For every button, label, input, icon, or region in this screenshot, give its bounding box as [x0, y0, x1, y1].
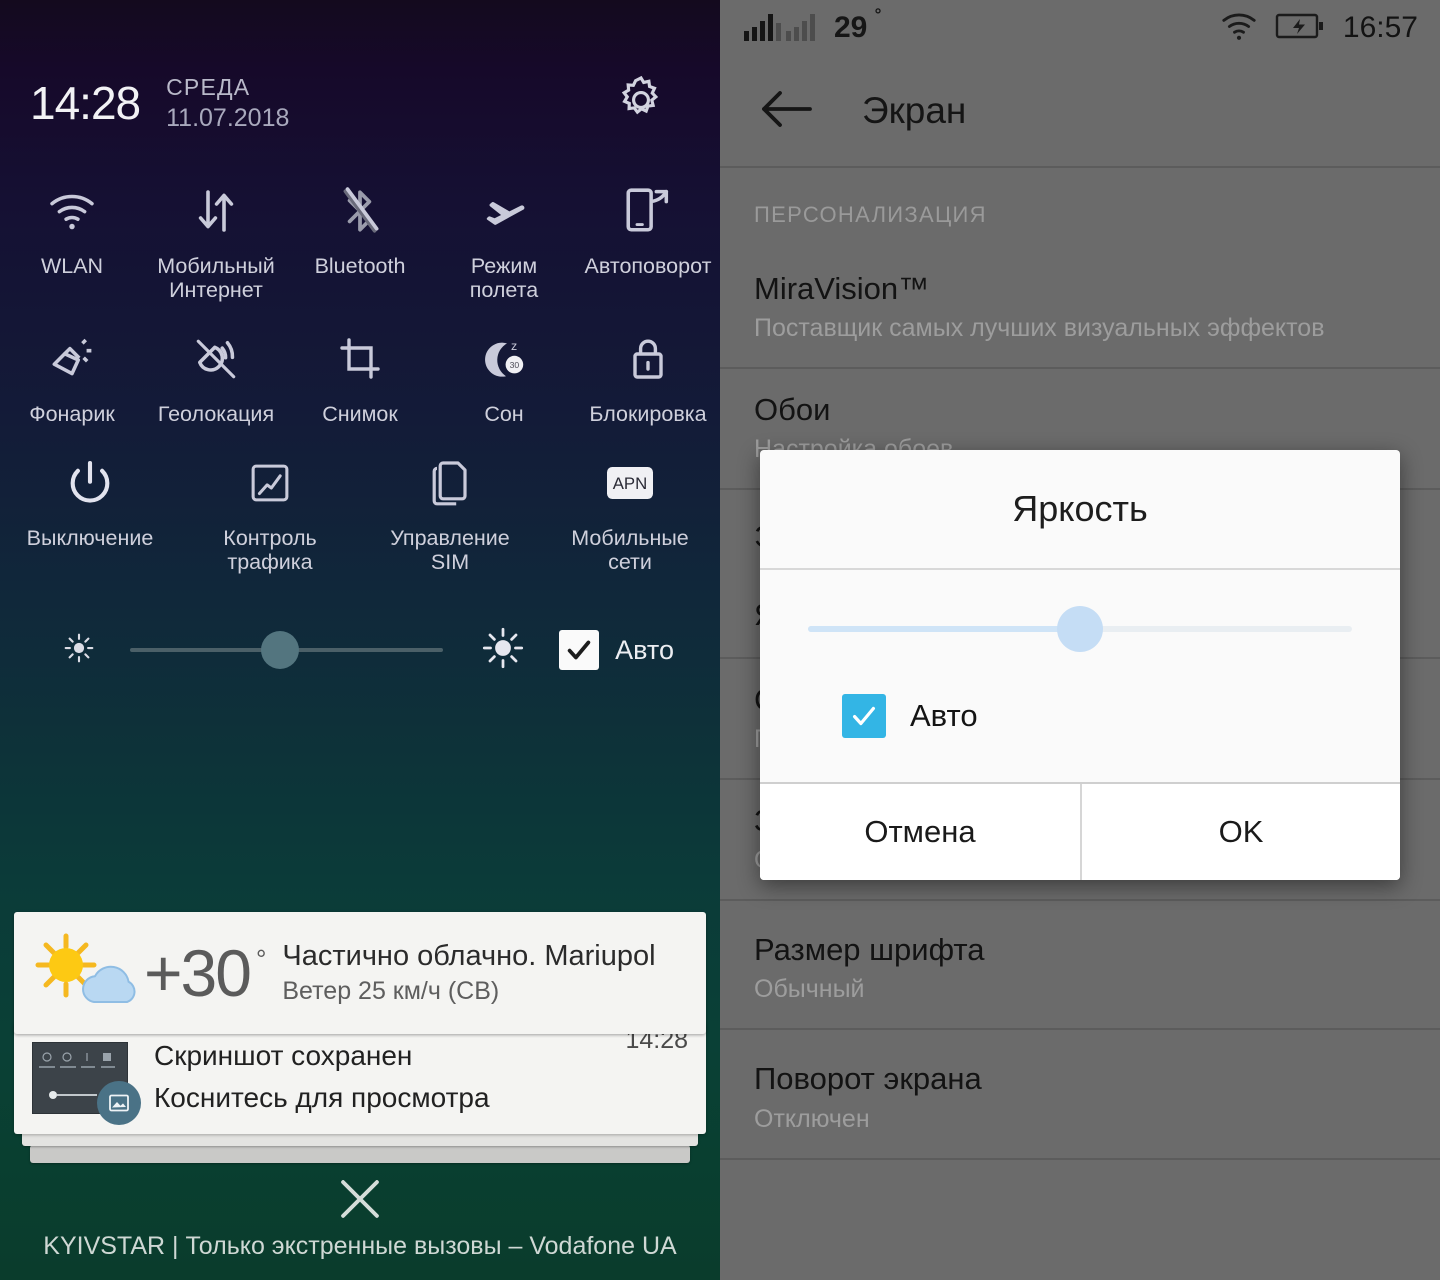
tile-label: Фонарик — [29, 402, 115, 427]
wifi-icon — [46, 182, 98, 240]
carrier-label: KYIVSTAR | Только экстренные вызовы – Vo… — [43, 1232, 677, 1260]
tile-label: Управление SIM — [390, 526, 510, 575]
checkbox-box[interactable] — [842, 694, 886, 738]
sleep-moon-icon: z 30 — [478, 330, 530, 388]
brightness-auto-label: Авто — [615, 634, 674, 665]
brightness-high-icon — [481, 626, 525, 675]
tile-mobile-data[interactable]: Мобильный Интернет — [144, 160, 288, 308]
notification-weather[interactable]: +30 ° Частично облачно. Mariupol Ветер 2… — [14, 912, 706, 1034]
traffic-chart-icon — [247, 454, 293, 512]
tile-label: Блокировка — [589, 402, 707, 427]
notification-stack-back — [30, 1145, 690, 1163]
notification-list: Скриншот сохранен Коснитесь для просмотр… — [14, 912, 706, 1163]
tile-sim-management[interactable]: Управление SIM — [360, 432, 540, 580]
dialog-auto-checkbox[interactable]: Авто — [808, 632, 1352, 782]
tile-flashlight[interactable]: Фонарик — [0, 308, 144, 432]
tile-row-2: Фонарик Геолокация Снимок z 30 Сон Блоки… — [0, 308, 720, 432]
auto-rotate-icon — [624, 182, 672, 240]
weather-degree-symbol: ° — [255, 944, 267, 974]
brightness-auto-checkbox[interactable]: Авто — [559, 630, 674, 671]
tile-row-1: WLAN Мобильный Интернет Bluetooth Режим … — [0, 160, 720, 308]
dialog-brightness-slider[interactable] — [808, 606, 1352, 652]
flashlight-icon — [47, 330, 97, 388]
dialog-title: Яркость — [1012, 488, 1148, 529]
tile-bluetooth[interactable]: Bluetooth — [288, 160, 432, 308]
tile-traffic-control[interactable]: Контроль трафика — [180, 432, 360, 580]
svg-text:z: z — [511, 339, 517, 353]
brightness-slider-thumb[interactable] — [261, 631, 300, 670]
shade-date: 11.07.2018 — [166, 104, 290, 133]
tile-label: Геолокация — [157, 402, 275, 427]
sim-cards-icon — [427, 454, 473, 512]
notification-screenshot[interactable]: Скриншот сохранен Коснитесь для просмотр… — [14, 1022, 706, 1134]
weather-temperature: +30 ° — [144, 936, 267, 1010]
weather-condition: Частично облачно. Mariupol — [282, 939, 656, 972]
weather-wind: Ветер 25 км/ч (СВ) — [282, 977, 500, 1006]
bluetooth-off-icon — [339, 182, 381, 240]
ok-button[interactable]: OK — [1080, 784, 1400, 880]
settings-screen: 29 ° 16:57 Экран ПЕРСОНАЛИЗАЦИЯ MiraVisi… — [720, 0, 1440, 1280]
dialog-slider-fill — [808, 626, 1080, 632]
tile-airplane-mode[interactable]: Режим полета — [432, 160, 576, 308]
checkbox-box[interactable] — [559, 630, 600, 671]
tile-label: Bluetooth — [314, 254, 406, 278]
svg-text:APN: APN — [613, 474, 648, 493]
screenshot-thumbnail — [32, 1042, 141, 1125]
gear-icon[interactable] — [614, 73, 668, 132]
tile-lock[interactable]: Блокировка — [576, 308, 720, 432]
tile-label: Сон — [484, 402, 524, 427]
dialog-slider-thumb[interactable] — [1057, 606, 1103, 652]
gallery-image-icon — [97, 1081, 141, 1125]
tile-sleep[interactable]: z 30 Сон — [432, 308, 576, 432]
tile-power-off[interactable]: Выключение — [0, 432, 180, 580]
tile-row-3: Выключение Контроль трафика Управление S… — [0, 432, 720, 580]
tile-label: Автоповорот — [584, 254, 712, 278]
apn-icon: APN — [602, 454, 658, 512]
tile-mobile-networks[interactable]: APN Мобильные сети — [540, 432, 720, 580]
tile-location[interactable]: Геолокация — [144, 308, 288, 432]
cancel-button[interactable]: Отмена — [760, 784, 1080, 880]
svg-text:30: 30 — [510, 360, 520, 370]
tile-label: Контроль трафика — [223, 526, 317, 575]
tile-auto-rotate[interactable]: Автоповорот — [576, 160, 720, 308]
weather-temp-value: +30 — [144, 936, 252, 1010]
lock-icon — [626, 330, 670, 388]
shade-date-block: СРЕДА 11.07.2018 — [166, 71, 289, 134]
brightness-row: Авто — [0, 602, 720, 698]
mobile-data-icon — [194, 182, 238, 240]
tile-label: Снимок — [322, 402, 398, 427]
tile-wlan[interactable]: WLAN — [0, 160, 144, 308]
tile-label: Выключение — [26, 526, 154, 551]
clear-notifications-button[interactable] — [0, 1170, 720, 1228]
sun-cloud-icon — [32, 930, 144, 1016]
notification-title: Скриншот сохранен — [154, 1040, 413, 1071]
brightness-slider[interactable] — [130, 631, 444, 670]
notification-shade: 14:28 СРЕДА 11.07.2018 WLAN Мобильный Ин… — [0, 0, 720, 1280]
screenshot-icon — [336, 330, 384, 388]
location-off-icon — [191, 330, 241, 388]
airplane-icon — [479, 182, 529, 240]
shade-header: 14:28 СРЕДА 11.07.2018 — [0, 0, 720, 150]
tile-label: WLAN — [40, 254, 104, 278]
weather-text: Частично облачно. Mariupol Ветер 25 км/ч… — [282, 940, 655, 1006]
tile-label: Мобильный Интернет — [157, 254, 275, 303]
shade-day-of-week: СРЕДА — [166, 73, 251, 100]
shade-clock: 14:28 — [30, 76, 141, 129]
notification-text: Скриншот сохранен Коснитесь для просмотр… — [154, 1042, 625, 1114]
notification-subtitle: Коснитесь для просмотра — [154, 1082, 490, 1113]
dialog-body: Авто — [760, 570, 1400, 782]
tile-label: Мобильные сети — [571, 526, 689, 575]
dialog-auto-label: Авто — [910, 698, 978, 733]
brightness-dialog: Яркость Авто Отмена OK — [760, 450, 1400, 880]
power-icon — [64, 454, 116, 512]
tile-label: Режим полета — [469, 254, 539, 303]
tile-screenshot[interactable]: Снимок — [288, 308, 432, 432]
screen-root: 14:28 СРЕДА 11.07.2018 WLAN Мобильный Ин… — [0, 0, 1440, 1280]
dialog-buttons: Отмена OK — [760, 782, 1400, 880]
brightness-low-icon — [62, 631, 96, 670]
quick-settings-tiles: WLAN Мобильный Интернет Bluetooth Режим … — [0, 150, 720, 580]
